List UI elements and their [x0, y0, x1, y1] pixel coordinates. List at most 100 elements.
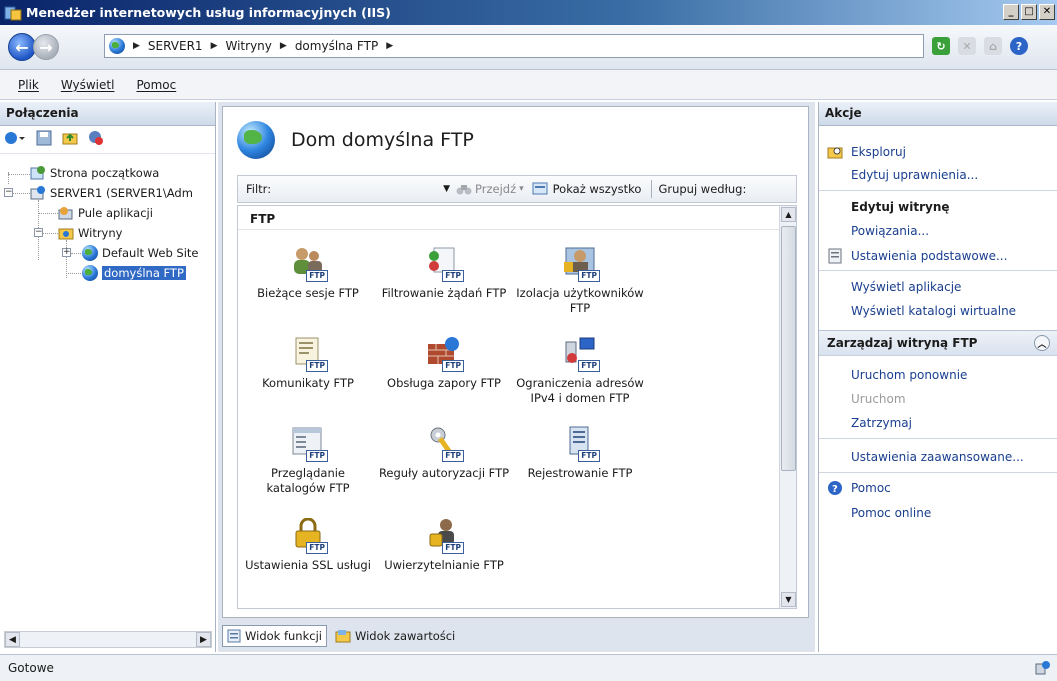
filter-dropdown-icon[interactable]: ▼ — [443, 184, 450, 194]
action-label: Powiązania... — [851, 224, 930, 238]
lock-icon: FTP — [290, 517, 328, 554]
features-panel: Dom domyślna FTP Filtr: ▼ Przejdź ▾ Poka… — [218, 102, 815, 652]
action-explore[interactable]: Eksploruj — [827, 144, 906, 160]
globe-icon — [82, 265, 98, 281]
tree-label: Pule aplikacji — [78, 206, 153, 220]
feature-ftp-authorization-rules[interactable]: FTP Reguły autoryzacji FTP — [376, 426, 512, 481]
tree-item-sites[interactable]: Witryny — [58, 224, 122, 242]
back-button[interactable]: ← — [8, 33, 36, 61]
save-icon[interactable] — [36, 130, 52, 149]
iis-app-icon — [4, 5, 22, 21]
feature-ftp-authentication[interactable]: FTP Uwierzytelnianie FTP — [376, 518, 512, 573]
tree-item-start-page[interactable]: Strona początkowa — [30, 164, 159, 182]
breadcrumb-arrow-icon[interactable]: ▶ — [386, 41, 393, 51]
close-button[interactable]: ✕ — [1039, 4, 1055, 20]
vertical-scrollbar[interactable]: ▲ ▼ — [779, 206, 796, 608]
action-bindings[interactable]: Powiązania... — [851, 224, 929, 238]
filter-bar: Filtr: ▼ Przejdź ▾ Pokaż wszystko Grupuj… — [237, 175, 797, 203]
navigation-bar: ← → ▶ SERVER1 ▶ Witryny ▶ domyślna FTP ▶… — [0, 25, 1057, 70]
action-basic-settings[interactable]: Ustawienia podstawowe... — [827, 248, 1007, 264]
tree-item-ftp-site[interactable]: domyślna FTP — [82, 264, 186, 282]
actions-title: Akcje — [819, 102, 1057, 126]
globe-icon — [109, 38, 125, 54]
sites-folder-icon — [58, 225, 74, 241]
action-edit-permissions[interactable]: Edytuj uprawnienia... — [851, 168, 978, 182]
manage-ftp-site-header: Zarządzaj witryną FTP ︿ — [819, 330, 1057, 356]
connections-title: Połączenia — [0, 102, 215, 126]
breadcrumb-arrow-icon[interactable]: ▶ — [211, 41, 218, 51]
disconnect-icon[interactable] — [88, 130, 104, 149]
view-tabs: Widok funkcji Widok zawartości — [222, 624, 459, 648]
action-label: Wyświetl katalogi wirtualne — [851, 304, 1017, 318]
action-label: Ustawienia podstawowe... — [851, 249, 1008, 263]
log-icon: FTP — [562, 426, 600, 462]
breadcrumb-server[interactable]: SERVER1 — [148, 39, 203, 53]
feature-label: Izolacja użytkowników FTP — [516, 286, 644, 315]
menu-help[interactable]: Pomoc — [136, 78, 176, 92]
action-advanced-settings[interactable]: Ustawienia zaawansowane... — [851, 450, 1024, 464]
breadcrumb-arrow-icon[interactable]: ▶ — [133, 41, 140, 51]
filter-input[interactable] — [283, 179, 444, 199]
connect-icon[interactable] — [4, 130, 26, 149]
feature-ftp-messages[interactable]: FTP Komunikaty FTP — [240, 336, 376, 391]
feature-ftp-request-filtering[interactable]: FTP Filtrowanie żądań FTP — [376, 246, 512, 301]
tree-item-default-web-site[interactable]: Default Web Site — [82, 244, 198, 262]
feature-ftp-user-isolation[interactable]: FTP Izolacja użytkowników FTP — [512, 246, 648, 316]
action-label: Wyświetl aplikacje — [851, 280, 962, 294]
feature-ftp-logging[interactable]: FTP Rejestrowanie FTP — [512, 426, 648, 481]
scrollbar-thumb[interactable] — [781, 226, 796, 471]
menu-file[interactable]: Plik — [18, 78, 39, 92]
action-restart[interactable]: Uruchom ponownie — [851, 368, 967, 382]
tab-features-view[interactable]: Widok funkcji — [222, 625, 327, 647]
home-icon[interactable]: ⌂ — [984, 37, 1002, 55]
menu-view[interactable]: Wyświetl — [61, 78, 115, 92]
action-help-online[interactable]: Pomoc online — [851, 506, 931, 520]
minimize-button[interactable]: _ — [1003, 4, 1019, 20]
breadcrumb-sites[interactable]: Witryny — [226, 39, 272, 53]
address-breadcrumb[interactable]: ▶ SERVER1 ▶ Witryny ▶ domyślna FTP ▶ — [104, 34, 924, 58]
auth-icon: FTP — [426, 518, 464, 554]
action-view-virtual-directories[interactable]: Wyświetl katalogi wirtualne — [851, 304, 1016, 318]
folder-up-icon[interactable] — [62, 130, 78, 149]
feature-ftp-directory-browsing[interactable]: FTP Przeglądanie katalogów FTP — [240, 426, 376, 496]
tree-expander-icon[interactable]: + — [62, 248, 71, 257]
refresh-icon[interactable]: ↻ — [932, 37, 950, 55]
maximize-button[interactable]: □ — [1021, 4, 1037, 20]
scroll-left-icon[interactable]: ◀ — [5, 632, 20, 647]
go-button[interactable]: Przejdź ▾ — [456, 182, 524, 196]
feature-ftp-firewall[interactable]: FTP Obsługa zapory FTP — [376, 336, 512, 391]
actions-panel: Akcje Eksploruj Edytuj uprawnienia... Ed… — [818, 102, 1057, 652]
tree-expander-icon[interactable]: − — [34, 228, 43, 237]
tree-item-server[interactable]: SERVER1 (SERVER1\Adm — [30, 184, 193, 202]
feature-ftp-current-sessions[interactable]: FTP Bieżące sesje FTP — [240, 246, 376, 301]
horizontal-scrollbar[interactable]: ◀ ▶ — [4, 631, 212, 648]
scroll-up-icon[interactable]: ▲ — [781, 207, 796, 222]
action-help[interactable]: ? Pomoc — [827, 480, 891, 496]
scroll-right-icon[interactable]: ▶ — [196, 632, 211, 647]
show-all-button[interactable]: Pokaż wszystko — [532, 182, 641, 196]
stop-icon[interactable]: ✕ — [958, 37, 976, 55]
group-header: FTP — [238, 206, 780, 230]
tree-expander-icon[interactable]: − — [4, 188, 13, 197]
network-icon: FTP — [562, 336, 600, 372]
breadcrumb-ftp-site[interactable]: domyślna FTP — [295, 39, 378, 53]
content-area: Dom domyślna FTP Filtr: ▼ Przejdź ▾ Poka… — [222, 106, 809, 618]
help-icon[interactable]: ? — [1010, 37, 1028, 55]
breadcrumb-arrow-icon[interactable]: ▶ — [280, 41, 287, 51]
tree-label: Strona początkowa — [50, 166, 160, 180]
feature-ftp-ssl-settings[interactable]: FTP Ustawienia SSL usługi — [240, 517, 376, 573]
feature-ftp-ip-restrictions[interactable]: FTP Ograniczenia adresów IPv4 i domen FT… — [512, 336, 648, 406]
isolation-icon: FTP — [562, 246, 600, 282]
action-stop[interactable]: Zatrzymaj — [851, 416, 912, 430]
tree-item-app-pools[interactable]: Pule aplikacji — [58, 204, 153, 222]
action-view-applications[interactable]: Wyświetl aplikacje — [851, 280, 961, 294]
feature-label: Uwierzytelnianie FTP — [384, 558, 504, 572]
site-globe-icon — [237, 121, 275, 159]
menu-bar: Plik Wyświetl Pomoc — [0, 70, 1057, 100]
action-start[interactable]: Uruchom — [851, 392, 906, 406]
tab-content-view[interactable]: Widok zawartości — [331, 625, 459, 647]
group-by-label[interactable]: Grupuj według: — [658, 182, 746, 196]
forward-button[interactable]: → — [33, 34, 59, 60]
collapse-icon[interactable]: ︿ — [1034, 335, 1050, 351]
scroll-down-icon[interactable]: ▼ — [781, 592, 796, 607]
